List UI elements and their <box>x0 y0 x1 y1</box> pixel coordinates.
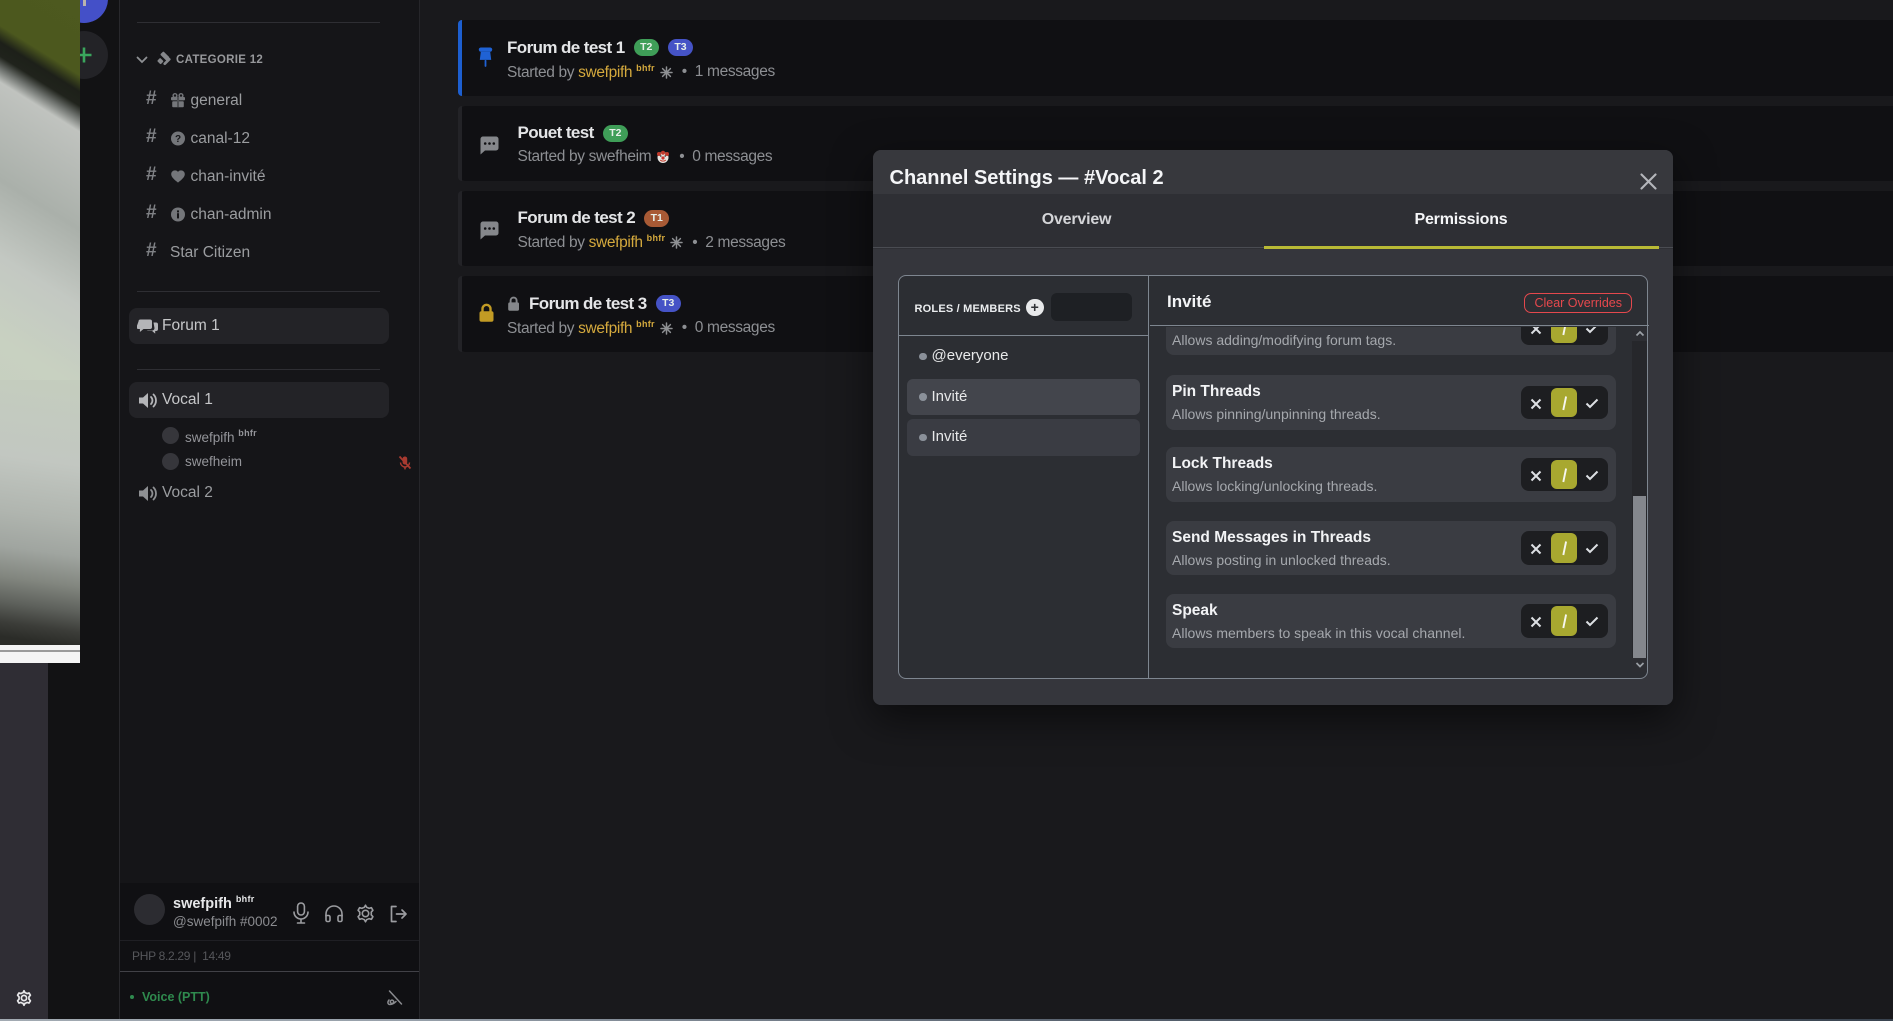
svg-text:?: ? <box>175 134 181 145</box>
